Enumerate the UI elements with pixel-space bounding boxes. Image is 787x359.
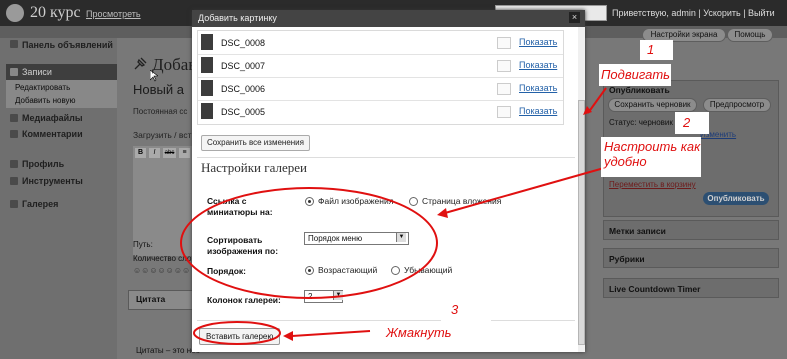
arrow-head-icon xyxy=(583,106,592,115)
annotation-click-label: Жмакнуть xyxy=(386,325,452,340)
annotation-configure-label: Настроить как удобно xyxy=(604,139,701,169)
annotation-number-3: 3 xyxy=(451,302,459,317)
annotation-arrow-click xyxy=(291,330,371,337)
annotation-box-2 xyxy=(675,112,709,134)
arrow-head-icon xyxy=(283,331,293,341)
annotation-box-3 xyxy=(441,300,491,322)
annotation-arrow-move xyxy=(587,87,607,114)
annotation-move-label: Подвигать xyxy=(601,67,671,82)
annotation-ellipse-settings xyxy=(180,187,438,299)
annotation-number-2: 2 xyxy=(683,115,691,130)
arrow-head-icon xyxy=(437,208,448,218)
annotation-box-1 xyxy=(640,40,673,60)
annotation-arrow-configure xyxy=(444,167,605,214)
annotation-number-1: 1 xyxy=(647,42,655,57)
annotation-ellipse-insert xyxy=(193,321,281,345)
